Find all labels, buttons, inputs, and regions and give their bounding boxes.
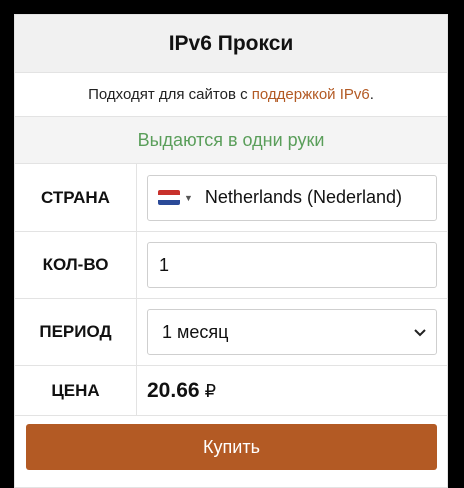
- country-row: СТРАНА ▼ Netherlands (Nederland): [15, 164, 447, 232]
- period-value: 1 месяц: [162, 321, 229, 342]
- quantity-input[interactable]: 1: [147, 242, 437, 288]
- chevron-down-icon: [414, 324, 426, 340]
- period-row: ПЕРИОД 1 месяц: [15, 299, 447, 366]
- price-value: 20.66: [147, 378, 200, 402]
- card-title: IPv6 Прокси: [15, 15, 447, 73]
- currency-symbol: ₽: [204, 380, 217, 401]
- single-owner-notice: Выдаются в одни руки: [15, 117, 447, 164]
- price-row: ЦЕНА 20.66 ₽: [15, 366, 447, 416]
- country-select[interactable]: ▼ Netherlands (Nederland): [147, 174, 437, 221]
- quantity-label: КОЛ-ВО: [15, 232, 137, 298]
- price-label: ЦЕНА: [15, 366, 137, 415]
- subtitle-text: Подходят для сайтов с: [88, 86, 248, 103]
- subtitle-suffix: .: [369, 86, 374, 103]
- quantity-row: КОЛ-ВО 1: [15, 232, 447, 299]
- price-amount: 20.66 ₽: [147, 379, 216, 403]
- country-value: Netherlands (Nederland): [204, 187, 403, 207]
- ipv6-support-link[interactable]: поддержкой IPv6: [252, 86, 370, 103]
- period-label: ПЕРИОД: [15, 299, 137, 365]
- country-label: СТРАНА: [15, 164, 137, 231]
- caret-down-icon: ▼: [184, 192, 193, 203]
- subtitle: Подходят для сайтов с поддержкой IPv6.: [15, 73, 447, 117]
- period-select[interactable]: 1 месяц: [147, 309, 437, 355]
- proxy-order-card: IPv6 Прокси Подходят для сайтов с поддер…: [14, 14, 448, 488]
- quantity-value: 1: [159, 254, 170, 275]
- netherlands-flag-icon: [158, 190, 180, 205]
- buy-button[interactable]: Купить: [26, 424, 437, 470]
